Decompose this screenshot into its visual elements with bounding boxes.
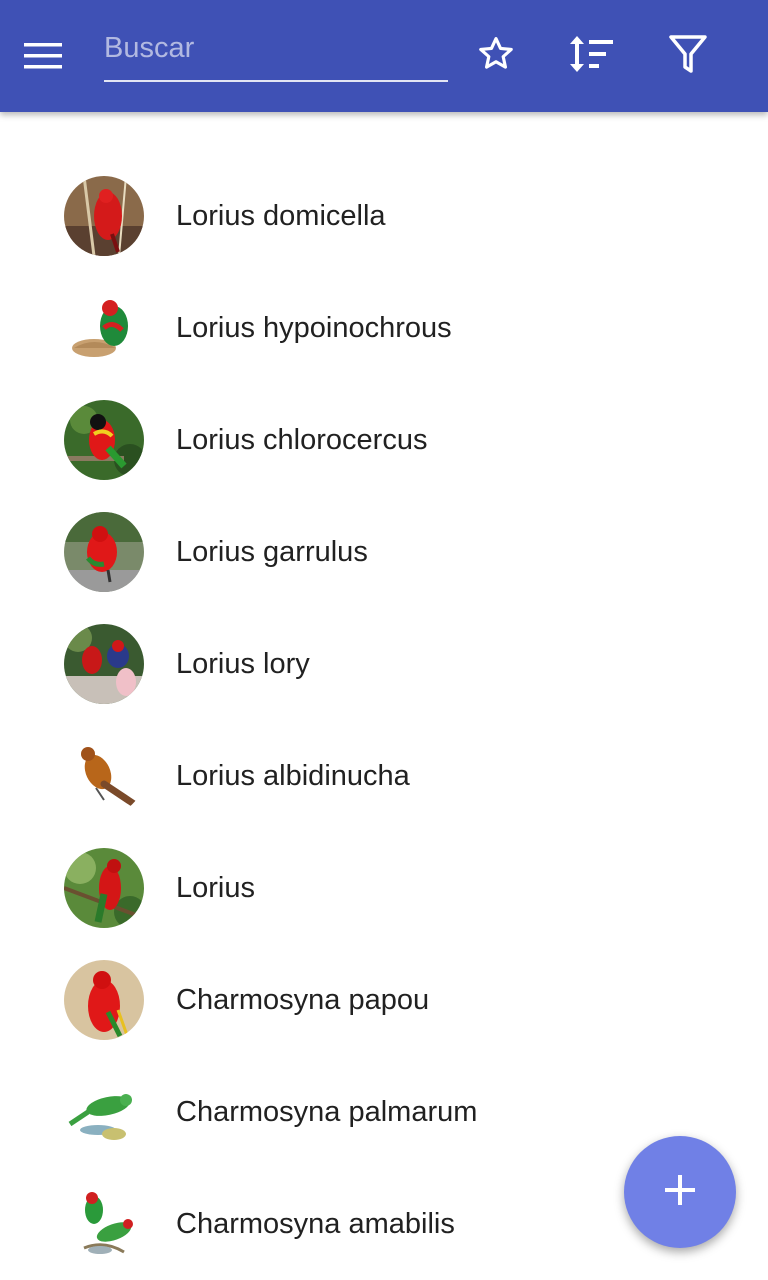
bird-thumbnail <box>64 960 144 1040</box>
list-item[interactable]: Lorius lory <box>0 608 768 720</box>
list-item[interactable]: Charmosyna papou <box>0 944 768 1056</box>
add-button[interactable] <box>624 1136 736 1248</box>
bird-thumbnail <box>64 848 144 928</box>
filter-icon <box>669 34 707 79</box>
species-name: Charmosyna palmarum <box>176 1096 478 1128</box>
filter-button[interactable] <box>660 28 716 84</box>
bird-thumbnail <box>64 176 144 256</box>
favorites-button[interactable] <box>468 28 524 84</box>
star-outline-icon <box>475 33 517 80</box>
sort-icon <box>569 34 615 79</box>
species-name: Charmosyna amabilis <box>176 1208 455 1240</box>
bird-thumbnail <box>64 288 144 368</box>
species-name: Lorius lory <box>176 648 310 680</box>
bird-thumbnail <box>64 624 144 704</box>
bird-thumbnail <box>64 1072 144 1152</box>
app-bar <box>0 0 768 112</box>
list-item[interactable]: Lorius hypoinochrous <box>0 272 768 384</box>
menu-icon <box>24 43 62 69</box>
list-item[interactable]: Lorius <box>0 832 768 944</box>
plus-icon <box>664 1174 696 1211</box>
search-field[interactable] <box>104 22 448 82</box>
species-name: Lorius albidinucha <box>176 760 410 792</box>
species-name: Lorius hypoinochrous <box>176 312 452 344</box>
sort-button[interactable] <box>564 28 620 84</box>
bird-thumbnail <box>64 512 144 592</box>
list-item[interactable]: Lorius garrulus <box>0 496 768 608</box>
list-item[interactable]: Lorius domicella <box>0 160 768 272</box>
bird-thumbnail <box>64 736 144 816</box>
species-name: Lorius garrulus <box>176 536 368 568</box>
species-name: Charmosyna papou <box>176 984 430 1016</box>
bird-thumbnail <box>64 1184 144 1264</box>
menu-button[interactable] <box>24 32 88 80</box>
list-item[interactable]: Lorius albidinucha <box>0 720 768 832</box>
species-list: Lorius domicella Lorius hypoinochrous Lo… <box>0 160 768 1280</box>
species-name: Lorius <box>176 872 255 904</box>
species-name: Lorius domicella <box>176 200 386 232</box>
bird-thumbnail <box>64 400 144 480</box>
list-item[interactable]: Lorius chlorocercus <box>0 384 768 496</box>
species-name: Lorius chlorocercus <box>176 424 428 456</box>
search-input[interactable] <box>104 22 448 74</box>
